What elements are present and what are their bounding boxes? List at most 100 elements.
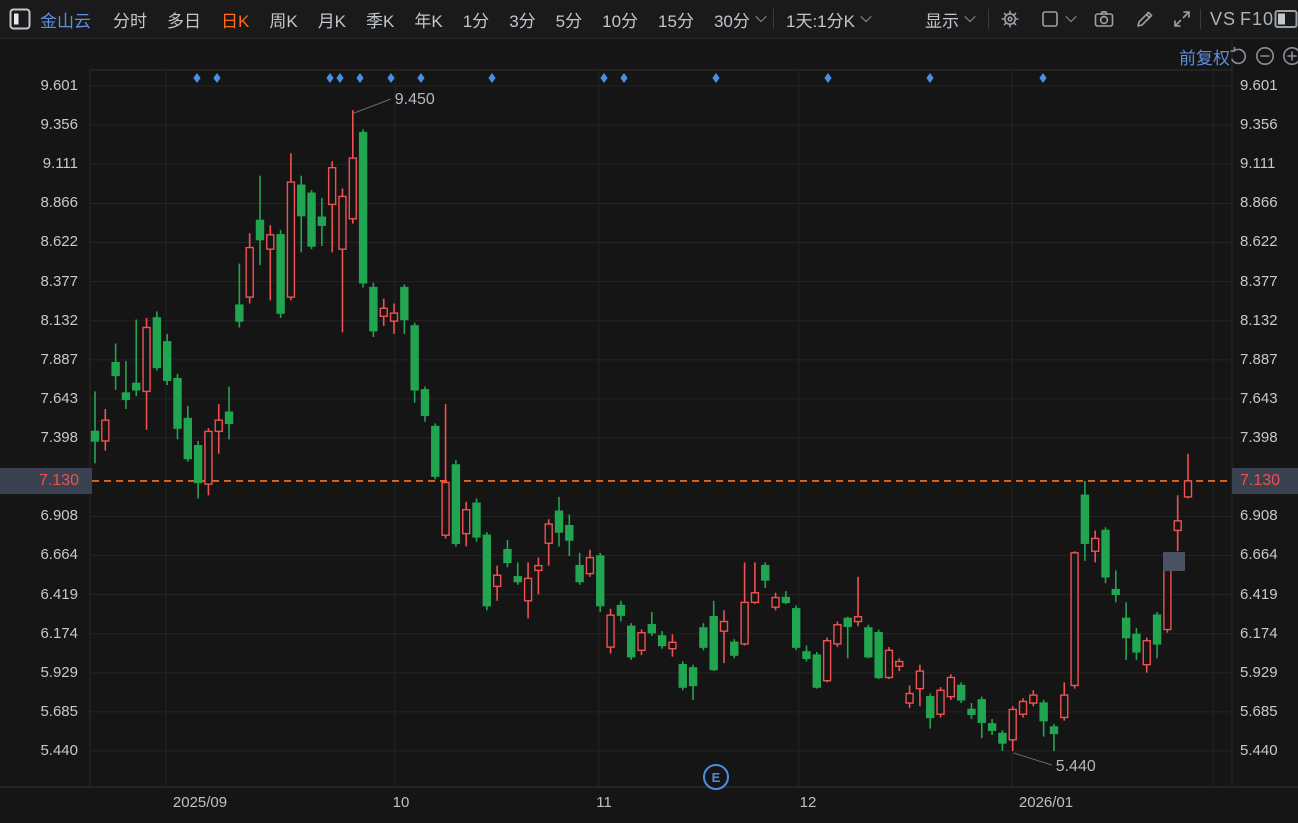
- candle-body: [462, 508, 471, 535]
- tab-label: 15分: [658, 11, 694, 31]
- candle-body: [565, 524, 574, 541]
- y-axis-label: 6.419: [1240, 585, 1278, 603]
- y-axis-label: 7.643: [40, 389, 78, 407]
- y-axis-label: 6.419: [40, 585, 78, 603]
- candle-body: [420, 389, 430, 417]
- y-axis-label: 5.440: [1240, 742, 1278, 759]
- y-axis-label: 7.398: [40, 429, 78, 447]
- tab-label: 周K: [269, 11, 298, 31]
- diamond-event-marker[interactable]: [620, 73, 628, 83]
- earnings-event-marker[interactable]: E: [703, 764, 729, 790]
- candle-body: [214, 419, 223, 433]
- candle-body: [895, 660, 904, 667]
- tab-月K[interactable]: 月K: [318, 7, 346, 32]
- diamond-event-marker[interactable]: [600, 73, 608, 83]
- candle-body: [132, 382, 141, 391]
- candle-body: [864, 627, 873, 658]
- current-price-badge-right: 7.130: [1232, 468, 1298, 494]
- current-price-badge-left: 7.130: [0, 468, 92, 494]
- candle-body: [1039, 702, 1048, 722]
- candle-body: [719, 620, 729, 632]
- tab-多日[interactable]: 多日: [167, 7, 201, 32]
- highlight-box: [1163, 552, 1185, 571]
- candle-body: [771, 596, 780, 608]
- diamond-event-marker[interactable]: [1039, 73, 1047, 83]
- tab-周K[interactable]: 周K: [269, 7, 297, 32]
- period-selector-label: 1天:1分K: [786, 11, 855, 31]
- candle-body: [637, 632, 646, 652]
- candle-body: [431, 425, 440, 477]
- zoom-in-icon[interactable]: [1281, 45, 1298, 67]
- f10-button[interactable]: F10: [1240, 0, 1274, 38]
- toolbar-separator: [773, 9, 774, 29]
- diamond-event-marker[interactable]: [488, 73, 496, 83]
- adjustment-mode-button[interactable]: 前复权: [1150, 44, 1230, 68]
- tab-label: 多日: [167, 11, 201, 31]
- y-axis-label: 8.866: [1240, 194, 1278, 212]
- tab-label: 1分: [462, 11, 490, 31]
- candle-body: [523, 577, 533, 602]
- display-menu[interactable]: 显示: [925, 0, 976, 38]
- candle-body: [276, 234, 285, 314]
- candle-body: [781, 596, 791, 604]
- tab-分时[interactable]: 分时: [113, 7, 147, 32]
- stock-symbol[interactable]: 金山云: [40, 0, 91, 38]
- vs-button[interactable]: VS: [1210, 0, 1236, 38]
- candle-body: [389, 312, 399, 322]
- candle-body: [441, 481, 450, 536]
- candle-body: [709, 616, 718, 671]
- fullscreen-icon[interactable]: [1170, 7, 1194, 31]
- candle-body: [554, 510, 564, 533]
- candle-body: [338, 195, 347, 250]
- pencil-icon[interactable]: [1133, 7, 1157, 31]
- diamond-event-marker[interactable]: [387, 73, 395, 83]
- tab-15分[interactable]: 15分: [658, 7, 694, 32]
- diamond-event-marker[interactable]: [336, 73, 344, 83]
- tab-5分[interactable]: 5分: [556, 7, 582, 32]
- y-axis-label: 6.174: [1240, 624, 1278, 642]
- candle-body: [647, 624, 657, 634]
- gear-icon[interactable]: [998, 7, 1022, 31]
- tab-30分[interactable]: 30分: [714, 7, 767, 32]
- diamond-event-marker[interactable]: [417, 73, 425, 83]
- candle-body: [1008, 708, 1017, 741]
- toolbar-tabs: 分时 多日 日K 周K 月K 季K 年K 1分 3分 5分 10分 15分 30分: [113, 0, 767, 38]
- candle-body: [286, 181, 296, 298]
- candle-body: [1018, 700, 1028, 715]
- candle-body: [1029, 694, 1038, 704]
- tab-3分[interactable]: 3分: [509, 7, 535, 32]
- window-panel-icon[interactable]: [8, 7, 32, 31]
- tab-日K[interactable]: 日K: [221, 7, 249, 32]
- zoom-out-icon[interactable]: [1254, 45, 1276, 67]
- diamond-event-marker[interactable]: [712, 73, 720, 83]
- diamond-event-marker[interactable]: [213, 73, 221, 83]
- tab-年K[interactable]: 年K: [414, 7, 442, 32]
- y-axis-label: 8.377: [1240, 272, 1278, 290]
- chevron-down-icon: [964, 10, 976, 22]
- tab-1分[interactable]: 1分: [463, 7, 489, 32]
- y-axis-label: 7.887: [1240, 350, 1278, 368]
- period-selector[interactable]: 1天:1分K: [786, 0, 872, 38]
- candle-body: [1080, 494, 1090, 544]
- chart-style-menu[interactable]: [1040, 0, 1077, 38]
- camera-icon[interactable]: [1092, 7, 1116, 31]
- diamond-event-marker[interactable]: [356, 73, 364, 83]
- y-axis-label: 6.908: [40, 507, 78, 525]
- y-axis-label: 5.440: [40, 742, 78, 759]
- diamond-event-marker[interactable]: [326, 73, 334, 83]
- candle-body: [843, 617, 852, 628]
- diamond-event-marker[interactable]: [926, 73, 934, 83]
- tab-季K[interactable]: 季K: [366, 7, 394, 32]
- tab-label: 年K: [414, 11, 443, 31]
- candle-body: [162, 341, 172, 381]
- diamond-event-marker[interactable]: [824, 73, 832, 83]
- candle-body: [245, 246, 254, 298]
- diamond-event-marker[interactable]: [193, 73, 201, 83]
- tab-label: 分时: [113, 11, 147, 31]
- tab-10分[interactable]: 10分: [602, 7, 638, 32]
- undo-icon[interactable]: [1227, 45, 1249, 67]
- y-axis-label: 6.174: [40, 624, 78, 642]
- y-axis-label: 6.664: [40, 546, 78, 564]
- right-panel-icon[interactable]: [1274, 7, 1298, 31]
- candle-body: [874, 632, 883, 679]
